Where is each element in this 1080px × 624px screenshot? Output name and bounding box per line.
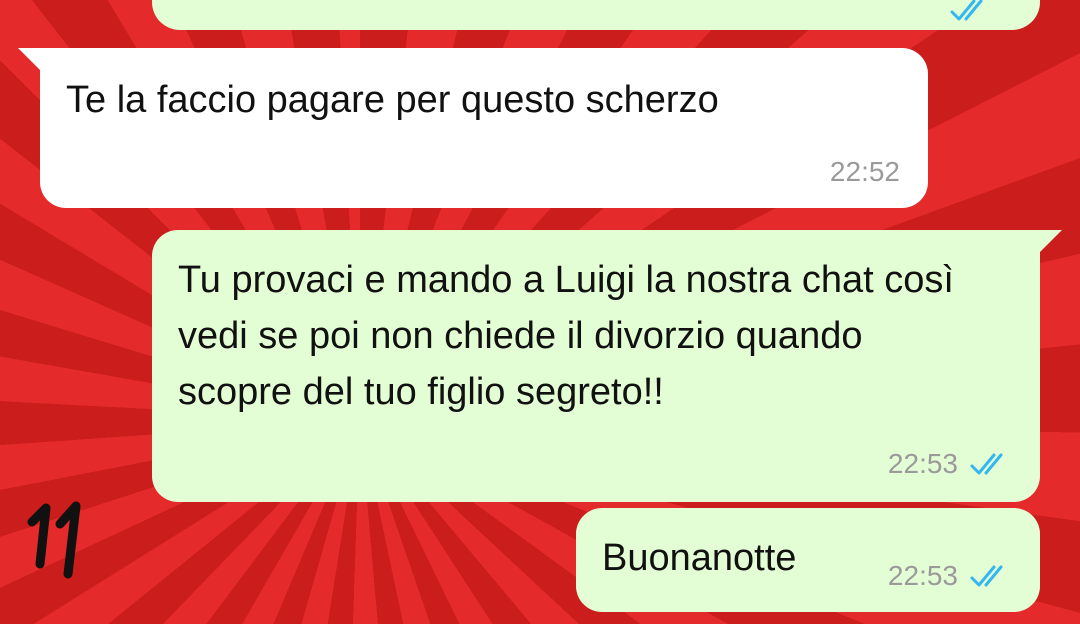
- channel-logo: [27, 501, 81, 579]
- message-time: 22:52: [829, 156, 900, 187]
- double-check-icon: [950, 0, 983, 21]
- message-text: Buonanotte: [602, 537, 797, 579]
- double-check-icon: [970, 453, 1003, 475]
- message-bubble-incoming[interactable]: Te la faccio pagare per questo scherzo 2…: [18, 48, 928, 208]
- message-bubble-outgoing[interactable]: Buonanotte 22:53: [576, 508, 1040, 612]
- message-bubble-outgoing-partial[interactable]: [152, 0, 1040, 30]
- bubble-tail: [1036, 230, 1062, 256]
- message-text: Tu provaci e mando a Luigi la nostra cha…: [178, 259, 965, 413]
- double-check-icon: [970, 565, 1003, 587]
- message-text: Te la faccio pagare per questo scherzo: [66, 79, 719, 121]
- message-bubble-outgoing[interactable]: Tu provaci e mando a Luigi la nostra cha…: [152, 230, 1062, 502]
- chat-area: Te la faccio pagare per questo scherzo 2…: [0, 0, 1080, 624]
- message-time: 22:53: [887, 448, 958, 479]
- bubble-tail: [18, 48, 44, 74]
- message-time: 22:53: [887, 560, 958, 591]
